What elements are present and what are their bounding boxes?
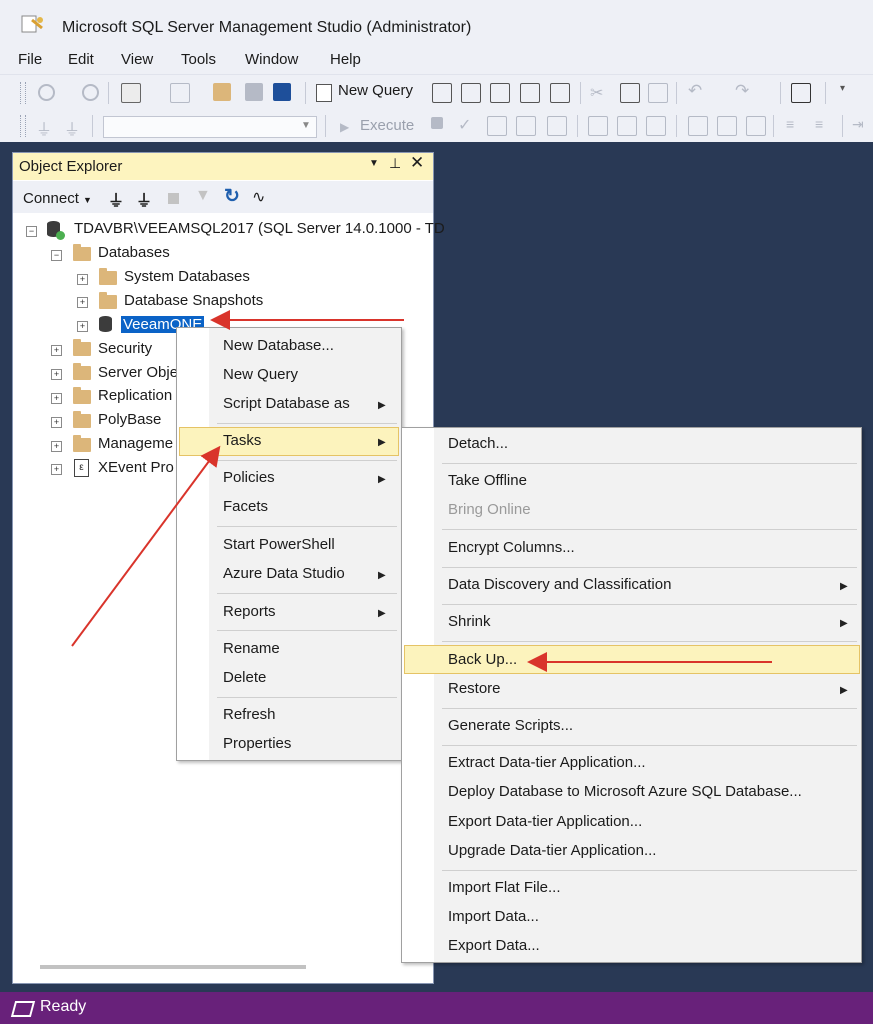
status-bar	[0, 992, 873, 1024]
arrow-to-tasks	[71, 445, 221, 647]
annotation-arrows	[71, 310, 772, 672]
ready-icon	[10, 1001, 36, 1017]
status-text: Ready	[40, 998, 87, 1015]
